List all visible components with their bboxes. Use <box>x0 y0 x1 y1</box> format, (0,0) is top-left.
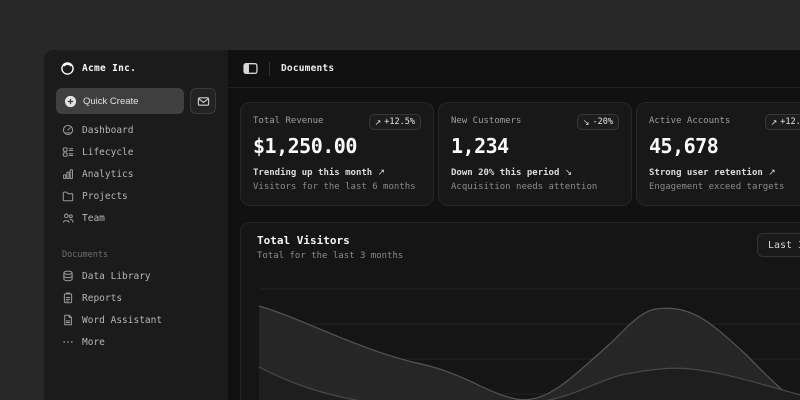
top-header: Documents <box>228 50 800 88</box>
brand-logo-icon <box>60 61 75 76</box>
report-icon <box>62 292 74 304</box>
sidebar-item-label: Word Assistant <box>82 315 162 326</box>
sidebar-item-label: Dashboard <box>82 125 133 136</box>
sidebar-item-lifecycle[interactable]: Lifecycle <box>56 142 216 162</box>
stat-value: $1,250.00 <box>253 134 421 158</box>
stat-footer-desc: Acquisition needs attention <box>451 182 619 192</box>
stat-value: 45,678 <box>649 134 800 158</box>
stat-label: Total Revenue <box>253 114 323 126</box>
stat-footer-title: Strong user retention ↗ <box>649 168 800 178</box>
file-icon <box>62 314 74 326</box>
header-separator <box>269 62 270 76</box>
trending-up-icon: ↗ <box>375 118 382 127</box>
sidebar-item-label: Reports <box>82 293 122 304</box>
stats-cards-row: Total Revenue ↗ +12.5% $1,250.00 Trendin… <box>240 102 800 206</box>
trend-badge: ↗ +12.5% <box>765 114 800 130</box>
sidebar-item-word-assistant[interactable]: Word Assistant <box>56 310 216 330</box>
trend-badge: ↘ -20% <box>577 114 619 130</box>
stat-label: Active Accounts <box>649 114 730 126</box>
sidebar-documents-nav: Data Library Reports W <box>56 266 216 352</box>
app-window: Acme Inc. Quick Create <box>44 50 800 400</box>
sidebar-item-label: More <box>82 337 105 348</box>
stat-card-total-revenue: Total Revenue ↗ +12.5% $1,250.00 Trendin… <box>240 102 434 206</box>
team-icon <box>62 212 74 224</box>
sidebar-item-label: Lifecycle <box>82 147 133 158</box>
dashboard-content: Total Revenue ↗ +12.5% $1,250.00 Trendin… <box>228 88 800 400</box>
stat-label: New Customers <box>451 114 521 126</box>
stat-footer-desc: Engagement exceed targets <box>649 182 800 192</box>
trend-badge: ↗ +12.5% <box>369 114 421 130</box>
quick-create-button[interactable]: Quick Create <box>56 88 184 114</box>
sidebar-item-projects[interactable]: Projects <box>56 186 216 206</box>
panel-left-icon <box>243 61 258 76</box>
sidebar: Acme Inc. Quick Create <box>44 50 228 400</box>
sidebar-item-dashboard[interactable]: Dashboard <box>56 120 216 140</box>
brand-menu[interactable]: Acme Inc. <box>56 60 216 76</box>
brand-label: Acme Inc. <box>82 63 136 74</box>
sidebar-item-label: Analytics <box>82 169 133 180</box>
sidebar-toggle-button[interactable] <box>243 61 258 76</box>
sidebar-item-label: Team <box>82 213 105 224</box>
page-title: Documents <box>281 63 334 74</box>
visitors-area-chart <box>241 223 800 400</box>
stat-card-active-accounts: Active Accounts ↗ +12.5% 45,678 Strong u… <box>636 102 800 206</box>
sidebar-item-label: Projects <box>82 191 128 202</box>
analytics-icon <box>62 168 74 180</box>
sidebar-item-data-library[interactable]: Data Library <box>56 266 216 286</box>
projects-icon <box>62 190 74 202</box>
visitors-title: Total Visitors <box>257 234 350 247</box>
trending-down-icon: ↘ <box>565 168 573 178</box>
stat-footer-title: Trending up this month ↗ <box>253 168 421 178</box>
total-visitors-panel: Total Visitors Total for the last 3 mont… <box>240 222 800 400</box>
dashboard-icon <box>62 124 74 136</box>
sidebar-item-more[interactable]: More <box>56 332 216 352</box>
sidebar-item-team[interactable]: Team <box>56 208 216 228</box>
inbox-button[interactable] <box>190 88 216 114</box>
dots-icon <box>62 336 74 348</box>
sidebar-item-label: Data Library <box>82 271 151 282</box>
circle-plus-icon <box>64 95 77 108</box>
stat-footer-title: Down 20% this period ↘ <box>451 168 619 178</box>
database-icon <box>62 270 74 282</box>
trending-up-icon: ↗ <box>378 168 386 178</box>
sidebar-main-nav: Dashboard Lifecycle An <box>56 120 216 228</box>
stat-footer-desc: Visitors for the last 6 months <box>253 182 421 192</box>
main-area: Documents Total Revenue ↗ +12.5% $1,250.… <box>228 50 800 400</box>
quick-create-label: Quick Create <box>83 96 138 107</box>
time-range-button[interactable]: Last 3 months <box>757 233 800 257</box>
badge-value: +12.5% <box>780 117 800 127</box>
screenshot-canvas: Acme Inc. Quick Create <box>0 0 800 400</box>
sidebar-section-label: Documents <box>62 250 216 260</box>
trending-up-icon: ↗ <box>771 118 778 127</box>
trending-down-icon: ↘ <box>583 118 590 127</box>
trending-up-icon: ↗ <box>768 168 776 178</box>
lifecycle-icon <box>62 146 74 158</box>
quick-create-row: Quick Create <box>56 88 216 114</box>
sidebar-item-reports[interactable]: Reports <box>56 288 216 308</box>
visitors-subtitle: Total for the last 3 months <box>257 251 403 261</box>
stat-card-new-customers: New Customers ↘ -20% 1,234 Down 20% this… <box>438 102 632 206</box>
badge-value: -20% <box>593 117 613 127</box>
stat-value: 1,234 <box>451 134 619 158</box>
mail-icon <box>197 95 210 108</box>
badge-value: +12.5% <box>384 117 415 127</box>
sidebar-item-analytics[interactable]: Analytics <box>56 164 216 184</box>
